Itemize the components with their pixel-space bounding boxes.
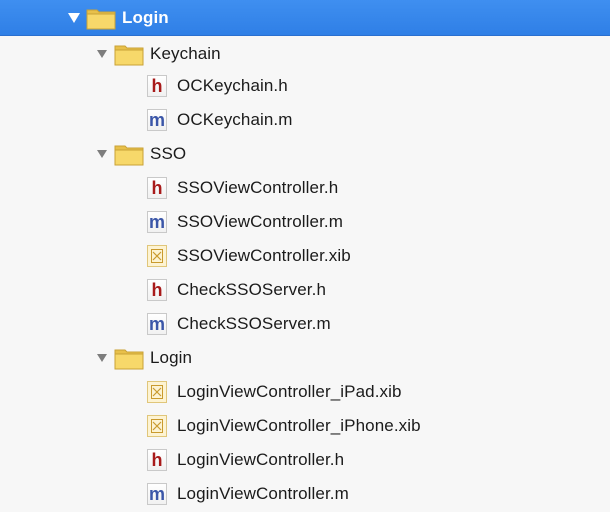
- tree-row-label: OCKeychain.m: [177, 110, 293, 129]
- xib-file-icon: [147, 381, 167, 403]
- tree-row-label: OCKeychain.h: [177, 76, 288, 95]
- tree-row-label: SSOViewController.m: [177, 212, 343, 231]
- implementation-file-icon: m: [147, 483, 167, 505]
- tree-row-file[interactable]: h CheckSSOServer.h: [0, 274, 610, 306]
- folder-icon: [114, 346, 144, 370]
- tree-row-label: Keychain: [150, 44, 221, 63]
- tree-row-file[interactable]: m CheckSSOServer.m: [0, 308, 610, 340]
- tree-row-label: SSOViewController.h: [177, 178, 339, 197]
- folder-icon: [114, 42, 144, 66]
- header-file-icon: h: [147, 279, 167, 301]
- header-file-icon: h: [147, 75, 167, 97]
- tree-row-label: LoginViewController.h: [177, 450, 345, 469]
- tree-row-label: CheckSSOServer.h: [177, 280, 326, 299]
- tree-row-file[interactable]: m OCKeychain.m: [0, 104, 610, 136]
- tree-row-file[interactable]: h OCKeychain.h: [0, 70, 610, 102]
- folder-icon: [114, 142, 144, 166]
- implementation-file-icon: m: [147, 211, 167, 233]
- implementation-file-icon: m: [147, 313, 167, 335]
- tree-row-label: SSOViewController.xib: [177, 246, 351, 265]
- tree-row-label: CheckSSOServer.m: [177, 314, 331, 333]
- tree-row-label: LoginViewController_iPad.xib: [177, 382, 402, 401]
- tree-row-file[interactable]: LoginViewController_iPhone.xib: [0, 410, 610, 442]
- disclosure-triangle-icon[interactable]: [94, 46, 110, 62]
- implementation-file-icon: m: [147, 109, 167, 131]
- tree-row-group-sso[interactable]: SSO: [0, 138, 610, 170]
- tree-row-file[interactable]: h SSOViewController.h: [0, 172, 610, 204]
- tree-row-file[interactable]: LoginViewController_iPad.xib: [0, 376, 610, 408]
- disclosure-triangle-icon[interactable]: [94, 350, 110, 366]
- disclosure-triangle-icon[interactable]: [94, 146, 110, 162]
- tree-row-label: Login: [150, 348, 193, 367]
- tree-row-label: LoginViewController.m: [177, 484, 349, 503]
- disclosure-triangle-icon[interactable]: [66, 10, 82, 26]
- tree-row-label: SSO: [150, 144, 187, 163]
- xib-file-icon: [147, 245, 167, 267]
- header-file-icon: h: [147, 449, 167, 471]
- tree-row-group-keychain[interactable]: Keychain: [0, 38, 610, 70]
- tree-row-group-login[interactable]: Login: [0, 342, 610, 374]
- project-navigator: Login Keychain h OCKeychain.h m OCKeycha…: [0, 0, 610, 512]
- folder-icon: [86, 6, 116, 30]
- tree-row-root[interactable]: Login: [0, 0, 610, 36]
- tree-row-label: Login: [122, 7, 169, 27]
- xib-file-icon: [147, 415, 167, 437]
- tree-row-file[interactable]: m SSOViewController.m: [0, 206, 610, 238]
- tree-row-file[interactable]: h LoginViewController.h: [0, 444, 610, 476]
- tree-row-file[interactable]: SSOViewController.xib: [0, 240, 610, 272]
- tree-row-label: LoginViewController_iPhone.xib: [177, 416, 421, 435]
- tree-row-file[interactable]: m LoginViewController.m: [0, 478, 610, 510]
- header-file-icon: h: [147, 177, 167, 199]
